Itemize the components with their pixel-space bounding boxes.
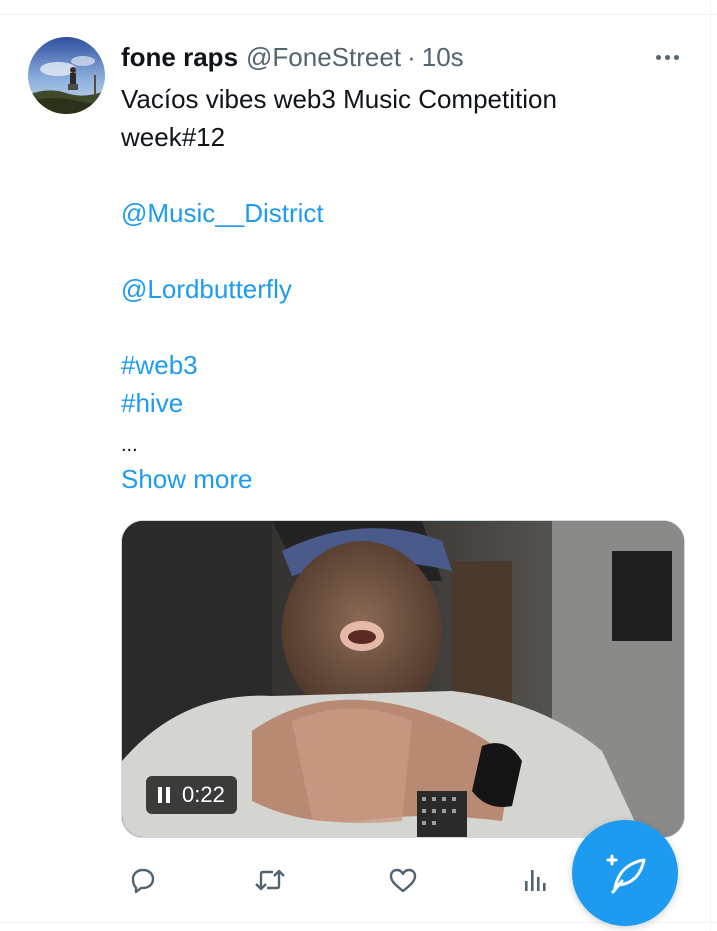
- video-playback-control[interactable]: 0:22: [146, 776, 237, 814]
- tweet-text-line-2: week#12: [121, 122, 226, 152]
- video-time: 0:22: [182, 782, 225, 807]
- show-more-link[interactable]: Show more: [121, 462, 253, 496]
- views-icon[interactable]: [518, 862, 554, 898]
- user-handle[interactable]: @FoneStreet: [246, 42, 401, 73]
- like-icon[interactable]: [385, 862, 421, 898]
- video-player[interactable]: 0:22: [121, 520, 685, 838]
- top-divider: [0, 14, 717, 15]
- reply-icon[interactable]: [125, 862, 161, 898]
- compose-tweet-button[interactable]: [572, 820, 678, 926]
- mention-link[interactable]: @Lordbutterfly: [121, 272, 292, 306]
- retweet-icon[interactable]: [252, 862, 288, 898]
- mention-link[interactable]: @Music__District: [121, 196, 324, 230]
- tweet-header: fone raps @FoneStreet · 10s: [121, 40, 464, 74]
- more-options-icon[interactable]: [650, 44, 684, 70]
- hashtag-link[interactable]: #hive: [121, 386, 183, 420]
- tweet-text-line-1: Vacíos vibes web3 Music Competition: [121, 84, 557, 114]
- pause-icon[interactable]: [158, 787, 170, 803]
- hashtag-link[interactable]: #web3: [121, 348, 198, 382]
- display-name[interactable]: fone raps: [121, 42, 238, 73]
- compose-feather-icon: [606, 854, 646, 894]
- truncation-ellipsis: ...: [121, 434, 138, 456]
- right-divider: [710, 0, 711, 931]
- separator-dot: ·: [407, 41, 416, 72]
- avatar[interactable]: [28, 37, 105, 114]
- timestamp[interactable]: 10s: [422, 42, 464, 73]
